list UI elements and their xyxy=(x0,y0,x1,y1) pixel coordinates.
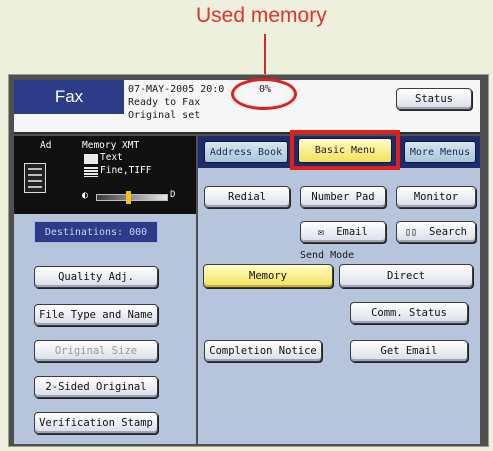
contrast-dark-label: D xyxy=(170,190,176,200)
send-mode-direct-button[interactable]: Direct xyxy=(339,264,473,288)
email-button[interactable]: ✉ Email xyxy=(300,221,386,243)
memory-highlight-circle xyxy=(231,78,297,110)
search-button[interactable]: ▯▯ Search xyxy=(396,221,476,243)
resolution-text: Fine,TIFF xyxy=(100,165,152,176)
annotation-pointer-line xyxy=(264,34,266,78)
contrast-bar xyxy=(96,194,168,201)
contrast-marker xyxy=(126,191,131,204)
two-sided-original-button[interactable]: 2-Sided Original xyxy=(34,376,158,398)
original-status-text: Original set xyxy=(128,110,201,121)
number-pad-button[interactable]: Number Pad xyxy=(300,186,386,208)
email-icon: ✉ xyxy=(318,226,325,238)
send-mode-memory-button[interactable]: Memory xyxy=(203,264,333,288)
ready-status-text: Ready to Fax xyxy=(128,97,201,108)
send-mode-label: Send Mode xyxy=(300,250,355,261)
right-menu-panel xyxy=(198,136,480,444)
quality-adjust-button[interactable]: Quality Adj. xyxy=(34,266,158,288)
resolution-icon xyxy=(84,167,98,177)
date-time-text: 07-MAY-2005 20:0 xyxy=(128,84,225,95)
used-memory-annotation: Used memory xyxy=(196,4,327,27)
email-button-label: Email xyxy=(336,226,368,238)
monitor-button[interactable]: Monitor xyxy=(396,186,476,208)
mode-title: Fax xyxy=(14,80,124,114)
original-size-button[interactable]: Original Size xyxy=(34,340,158,362)
contrast-icon: ◐ xyxy=(82,190,89,201)
search-button-label: Search xyxy=(429,226,467,238)
basic-menu-highlight-box xyxy=(290,130,400,170)
original-type-text: Text xyxy=(100,152,123,163)
ad-label: Ad xyxy=(40,140,52,151)
tab-more-menus[interactable]: More Menus xyxy=(404,141,476,163)
destinations-counter[interactable]: Destinations: 000 xyxy=(34,221,158,243)
redial-button[interactable]: Redial xyxy=(204,186,290,208)
memory-xmt-label: Memory XMT xyxy=(82,140,140,151)
document-icon xyxy=(24,163,46,193)
file-type-name-button[interactable]: File Type and Name xyxy=(34,304,158,326)
tab-address-book[interactable]: Address Book xyxy=(204,141,288,163)
verification-stamp-button[interactable]: Verification Stamp xyxy=(34,412,158,434)
text-mode-icon xyxy=(84,154,98,164)
get-email-button[interactable]: Get Email xyxy=(350,340,468,362)
status-button[interactable]: Status xyxy=(396,88,472,110)
book-icon: ▯▯ xyxy=(405,226,418,238)
completion-notice-button[interactable]: Completion Notice xyxy=(204,340,322,362)
comm-status-button[interactable]: Comm. Status xyxy=(350,302,468,324)
